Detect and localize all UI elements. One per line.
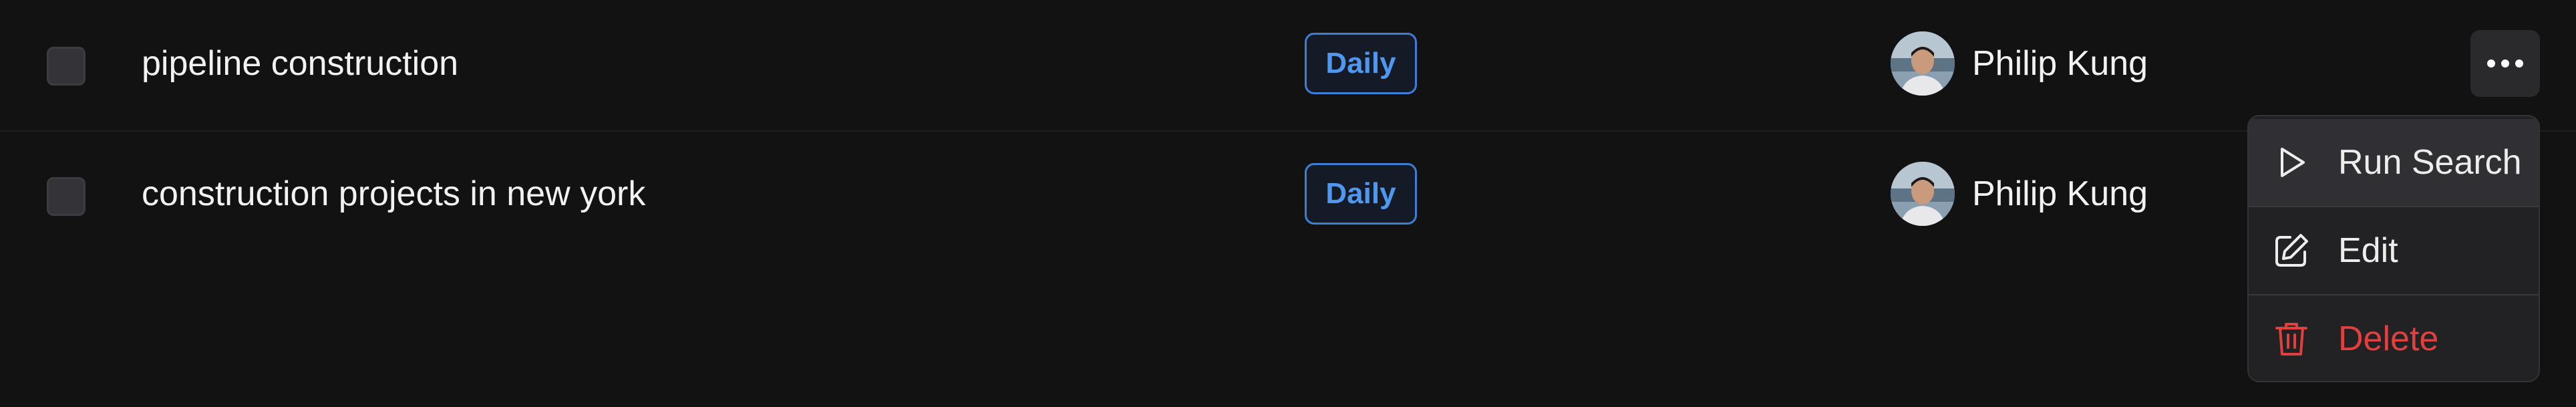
table-row[interactable]: construction projects in new york Daily … [0,130,2576,262]
menu-item-label: Edit [2338,231,2398,270]
edit-menu-item[interactable]: Edit [2249,207,2539,294]
owner-name: Philip Kung [1972,174,2148,213]
avatar [1891,162,1955,226]
row-actions-menu: Run Search Edit Delete [2247,115,2540,382]
avatar [1891,31,1955,96]
trash-icon [2275,323,2307,356]
frequency-badge: Daily [1305,33,1417,94]
play-icon [2281,148,2305,177]
owner-name: Philip Kung [1972,44,2148,83]
row-checkbox[interactable] [47,47,86,86]
edit-icon [2275,234,2308,267]
ellipsis-icon [2487,59,2523,67]
row-checkbox[interactable] [47,177,86,216]
search-name[interactable]: construction projects in new york [142,130,645,257]
more-options-button[interactable] [2470,30,2540,97]
delete-menu-item[interactable]: Delete [2249,295,2539,381]
run-search-menu-item[interactable]: Run Search [2249,119,2539,206]
frequency-badge: Daily [1305,163,1417,225]
saved-searches-list: pipeline construction Daily Philip Kung … [0,0,2576,407]
search-name[interactable]: pipeline construction [142,0,458,127]
menu-item-label: Delete [2338,319,2439,358]
menu-item-label: Run Search [2338,143,2522,182]
table-row[interactable]: pipeline construction Daily Philip Kung [0,0,2576,132]
